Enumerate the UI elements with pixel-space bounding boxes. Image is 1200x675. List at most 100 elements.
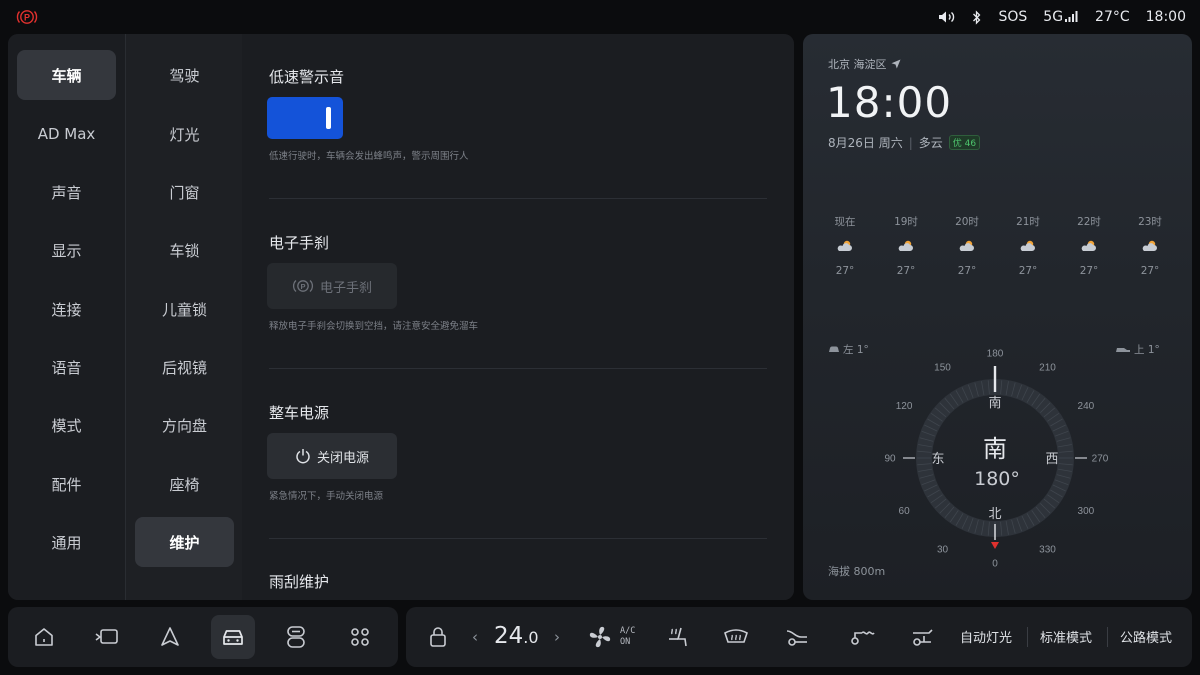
cabin-temperature: 24.0 bbox=[494, 623, 539, 649]
auto-lights-button[interactable]: 自动灯光 bbox=[960, 627, 1012, 646]
parking-brake-icon: P bbox=[292, 280, 314, 292]
compass-degree-label: 0 bbox=[992, 559, 998, 570]
ride-height-button[interactable] bbox=[908, 623, 936, 651]
standard-mode-button[interactable]: 标准模式 bbox=[1040, 627, 1092, 646]
nav-accessories[interactable]: 配件 bbox=[17, 459, 116, 509]
settings-panel: 车辆 AD Max 声音 显示 连接 语音 模式 配件 通用 驾驶 灯光 门窗 … bbox=[8, 34, 794, 600]
maintenance-content: 低速警示音 低速行驶时，车辆会发出蜂鸣声，警示周围行人 电子手刹 P 电子手刹 … bbox=[242, 34, 794, 600]
nav-label: 模式 bbox=[51, 416, 82, 435]
epb-desc: 释放电子手刹会切换到空挡，请注意安全避免溜车 bbox=[269, 321, 479, 332]
compass-east-label: 东 bbox=[931, 452, 944, 467]
compass-south-label: 南 bbox=[988, 395, 1001, 411]
nav-label: 语音 bbox=[51, 358, 82, 377]
nav-mirrors[interactable]: 后视镜 bbox=[135, 342, 234, 392]
lane-assist-icon bbox=[786, 630, 807, 646]
screen-switch-icon bbox=[95, 629, 118, 644]
road-mode-button[interactable]: 公路模式 bbox=[1120, 627, 1172, 646]
nav-child-lock[interactable]: 儿童锁 bbox=[135, 284, 234, 334]
nav-steering-wheel[interactable]: 方向盘 bbox=[135, 400, 234, 450]
weather-card[interactable]: 北京 海淀区 18:00 8月26日 周六 | 多云 优 46 现在 27° 19时… bbox=[803, 34, 1192, 600]
nav-maintenance[interactable]: 维护 bbox=[135, 517, 234, 567]
compass-heading-degrees: 180° bbox=[974, 468, 1020, 490]
suspension-icon bbox=[851, 631, 875, 645]
nav-connection[interactable]: 连接 bbox=[17, 284, 116, 334]
ac-state: ON bbox=[620, 637, 631, 647]
temp-up-button[interactable]: › bbox=[554, 628, 560, 646]
epb-button[interactable]: P 电子手刹 bbox=[267, 263, 397, 309]
temp-down-button[interactable]: ‹ bbox=[472, 628, 478, 646]
apps-button[interactable] bbox=[338, 615, 382, 659]
screen-switch-button[interactable] bbox=[85, 615, 129, 659]
nav-general[interactable]: 通用 bbox=[17, 517, 116, 567]
nav-mode[interactable]: 模式 bbox=[17, 400, 116, 450]
steering-assist-button[interactable] bbox=[783, 623, 811, 651]
toggle-button[interactable] bbox=[274, 615, 318, 659]
signal-icon bbox=[1065, 11, 1078, 22]
nav-locks[interactable]: 车锁 bbox=[135, 225, 234, 275]
status-bar: P SOS 5G 27°C 18:00 bbox=[0, 0, 1200, 34]
temp-dec: .0 bbox=[523, 628, 539, 647]
lock-button[interactable] bbox=[424, 623, 452, 651]
nav-label: 后视镜 bbox=[161, 358, 207, 377]
ac-label: A/C bbox=[620, 626, 636, 636]
suspension-button[interactable] bbox=[848, 623, 876, 651]
separator bbox=[1027, 627, 1028, 647]
compass-degree-label: 300 bbox=[1078, 506, 1095, 517]
power-off-button[interactable]: 关闭电源 bbox=[267, 433, 397, 479]
section-divider bbox=[269, 538, 767, 539]
ride-height-icon bbox=[913, 629, 933, 646]
wiper-maintenance-title: 雨刮维护 bbox=[269, 573, 330, 591]
nav-label: 儿童锁 bbox=[161, 300, 207, 319]
nav-label: 配件 bbox=[51, 475, 82, 494]
nav-label: 通用 bbox=[51, 533, 82, 552]
ac-button[interactable]: A/C ON bbox=[620, 626, 635, 648]
navigation-button[interactable] bbox=[148, 615, 192, 659]
fan-button[interactable] bbox=[586, 623, 614, 651]
compass-degree-label: 30 bbox=[937, 544, 949, 555]
primary-nav: 车辆 AD Max 声音 显示 连接 语音 模式 配件 通用 bbox=[8, 34, 125, 600]
apps-icon bbox=[351, 628, 369, 646]
power-off-label: 关闭电源 bbox=[316, 450, 369, 466]
bluetooth-icon[interactable] bbox=[972, 9, 982, 25]
nav-seats[interactable]: 座椅 bbox=[135, 459, 234, 509]
network-label: 5G bbox=[1043, 9, 1064, 25]
nav-vehicle[interactable]: 车辆 bbox=[17, 50, 116, 100]
nav-label: 座椅 bbox=[169, 475, 200, 494]
compass-degree-label: 240 bbox=[1078, 401, 1095, 412]
compass: 180 210 240 270 300 330 0 30 60 90 120 150 南北 东 西 南 180° bbox=[884, 349, 1108, 570]
outside-temperature: 27°C bbox=[1095, 9, 1130, 25]
nav-label: 方向盘 bbox=[161, 416, 207, 435]
svg-text:P: P bbox=[24, 12, 30, 22]
nav-sound[interactable]: 声音 bbox=[17, 167, 116, 217]
volume-icon[interactable] bbox=[938, 10, 956, 24]
sos-label[interactable]: SOS bbox=[998, 9, 1027, 25]
nav-voice[interactable]: 语音 bbox=[17, 342, 116, 392]
compass-north-marker bbox=[991, 542, 999, 549]
compass-degree-label: 330 bbox=[1039, 544, 1056, 555]
front-defrost-icon bbox=[724, 629, 748, 643]
power-desc: 紧急情况下，手动关闭电源 bbox=[269, 491, 384, 502]
compass-degree-label: 150 bbox=[934, 363, 951, 374]
clock: 18:00 bbox=[1145, 9, 1186, 25]
epb-title: 电子手刹 bbox=[269, 234, 330, 252]
home-button[interactable] bbox=[22, 615, 66, 659]
compass-north-label: 北 bbox=[988, 507, 1001, 522]
nav-driving[interactable]: 驾驶 bbox=[135, 50, 234, 100]
epb-button-label: 电子手刹 bbox=[319, 280, 372, 296]
toggle-knob bbox=[326, 107, 331, 129]
nav-lights[interactable]: 灯光 bbox=[135, 109, 234, 159]
section-divider bbox=[269, 368, 767, 369]
temp-int: 24 bbox=[494, 623, 524, 649]
nav-display[interactable]: 显示 bbox=[17, 225, 116, 275]
seat-heat-button[interactable] bbox=[663, 623, 691, 651]
parking-brake-icon: P bbox=[16, 10, 38, 24]
low-speed-warning-toggle[interactable] bbox=[267, 97, 343, 139]
nav-ad-max[interactable]: AD Max bbox=[17, 109, 116, 159]
seat-heat-icon bbox=[669, 627, 687, 647]
compass-degree-label: 120 bbox=[896, 401, 913, 412]
vehicle-button[interactable] bbox=[211, 615, 255, 659]
nav-doors-windows[interactable]: 门窗 bbox=[135, 167, 234, 217]
front-defrost-button[interactable] bbox=[722, 623, 750, 651]
compass-degree-label: 60 bbox=[899, 506, 911, 517]
low-speed-warning-desc: 低速行驶时，车辆会发出蜂鸣声，警示周围行人 bbox=[269, 151, 469, 162]
